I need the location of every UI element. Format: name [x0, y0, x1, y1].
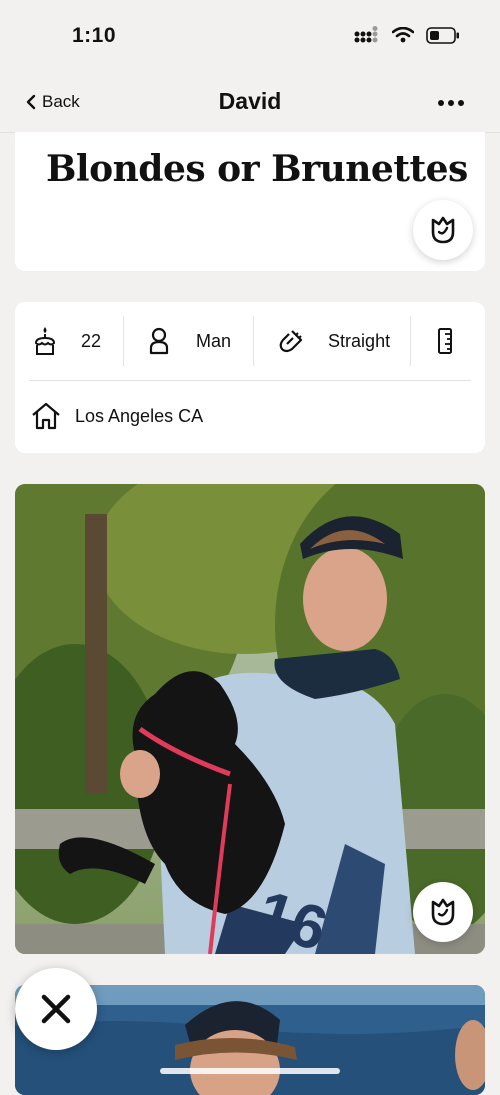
orientation-value: Straight [328, 330, 391, 351]
prompt-answer: Blondes or Brunettes [46, 148, 468, 190]
location-value: Los Angeles CA [75, 405, 204, 426]
status-icons [354, 26, 460, 44]
home-icon [32, 402, 60, 430]
wifi-icon [392, 27, 414, 43]
age-value: 22 [81, 330, 102, 351]
close-icon [41, 994, 71, 1024]
rose-icon [431, 898, 455, 926]
top-nav-bar: Back David [0, 70, 500, 133]
gender-value: Man [196, 330, 232, 351]
profile-name-title: David [218, 88, 282, 114]
magnet-icon [279, 330, 303, 353]
profile-photo[interactable]: 16 [15, 484, 485, 954]
home-indicator [160, 1068, 340, 1074]
cake-icon [34, 327, 56, 355]
rose-icon [431, 216, 455, 244]
more-icon[interactable] [438, 100, 464, 106]
like-photo-button[interactable] [413, 882, 473, 942]
status-bar: 1:10 [0, 0, 500, 70]
vitals-card: 22 Man Straight Los Angeles CA [15, 302, 485, 453]
battery-icon [426, 26, 459, 44]
vital-orientation: Straight [254, 316, 412, 366]
vitals-divider [29, 380, 471, 381]
status-time: 1:10 [72, 24, 117, 47]
person-icon [149, 327, 169, 355]
vital-height [411, 316, 475, 366]
vitals-row: 22 Man Straight [15, 316, 485, 366]
ruler-icon [438, 328, 453, 354]
like-prompt-button[interactable] [413, 200, 473, 260]
prompt-card: Blondes or Brunettes [15, 132, 485, 271]
skip-button[interactable] [15, 968, 97, 1050]
signal-icon [354, 26, 378, 43]
profile-photo-image: 16 [15, 484, 485, 954]
vital-age: 22 [15, 316, 125, 366]
vital-gender: Man [124, 316, 255, 366]
vital-location: Los Angeles CA [31, 402, 203, 430]
